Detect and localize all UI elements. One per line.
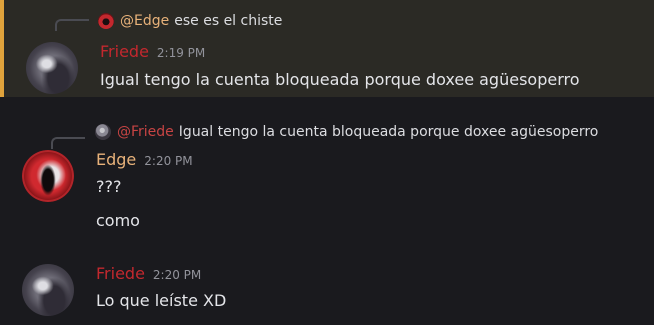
username[interactable]: Friede — [100, 42, 149, 61]
avatar[interactable] — [26, 42, 78, 94]
message-text: ??? — [96, 177, 122, 196]
message-text: Igual tengo la cuenta bloqueada porque d… — [100, 70, 580, 89]
avatar[interactable] — [22, 150, 74, 202]
reply-avatar — [95, 124, 111, 140]
message-text: como — [96, 211, 140, 230]
reply-text: ese es el chiste — [174, 13, 283, 29]
chat-message[interactable]: @Friede Igual tengo la cuenta bloqueada … — [0, 113, 654, 243]
message-header: Friede 2:20 PM — [96, 264, 201, 283]
timestamp: 2:20 PM — [152, 268, 202, 282]
message-header: Edge 2:20 PM — [96, 150, 193, 169]
chat-message[interactable]: Friede 2:20 PM Lo que leíste XD — [0, 255, 654, 325]
reply-preview[interactable]: @Edge ese es el chiste — [98, 11, 282, 31]
timestamp: 2:20 PM — [144, 154, 193, 168]
message-text: Lo que leíste XD — [96, 291, 227, 310]
reply-mention[interactable]: @Friede — [117, 124, 174, 140]
reply-mention[interactable]: @Edge — [120, 13, 169, 29]
reply-avatar — [98, 13, 114, 29]
avatar[interactable] — [22, 264, 74, 316]
reply-spine — [55, 19, 89, 31]
reply-text: Igual tengo la cuenta bloqueada porque d… — [178, 124, 599, 140]
timestamp: 2:19 PM — [156, 46, 206, 60]
reply-spine — [51, 137, 85, 149]
chat-message[interactable]: @Edge ese es el chiste Friede 2:19 PM Ig… — [0, 0, 654, 97]
message-header: Friede 2:19 PM — [100, 42, 205, 61]
reply-preview[interactable]: @Friede Igual tengo la cuenta bloqueada … — [95, 122, 598, 142]
username[interactable]: Friede — [96, 264, 145, 283]
chat-message-list: @Edge ese es el chiste Friede 2:19 PM Ig… — [0, 0, 654, 325]
username[interactable]: Edge — [96, 150, 136, 169]
